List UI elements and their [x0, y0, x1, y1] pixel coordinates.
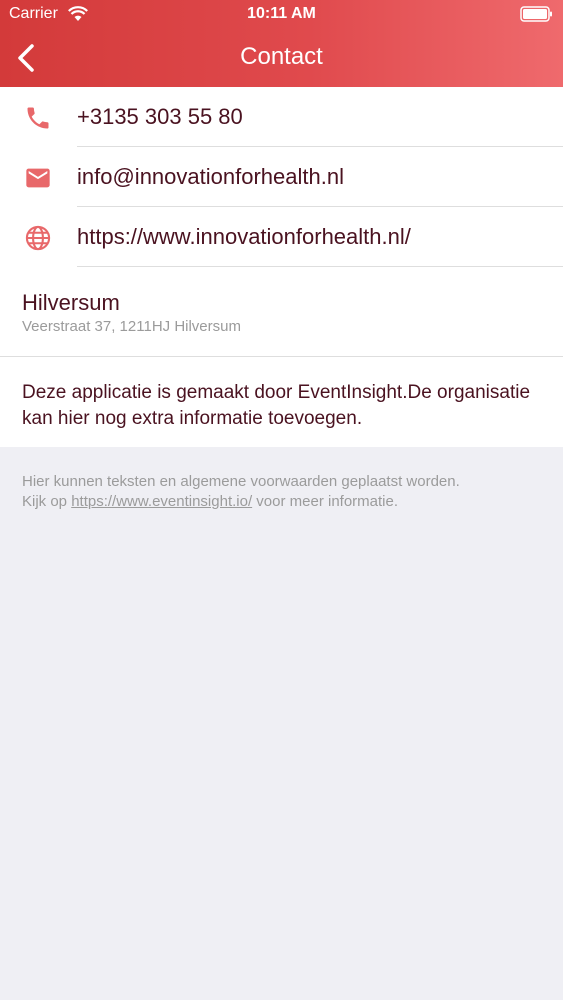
email-row[interactable]: info@innovationforhealth.nl: [0, 147, 563, 207]
phone-icon: [27, 107, 49, 129]
phone-row[interactable]: +3135 303 55 80: [0, 87, 563, 147]
footer-link[interactable]: https://www.eventinsight.io/: [71, 493, 252, 510]
info-text: Deze applicatie is gemaakt door EventIns…: [22, 382, 531, 429]
website-url[interactable]: https://www.innovationforhealth.nl/: [77, 224, 411, 250]
divider: [0, 356, 563, 357]
footer-suffix: voor meer informatie.: [252, 493, 399, 510]
navigation-header: Carrier 10:11 AM Contact: [0, 0, 563, 87]
location-name: Hilversum: [22, 290, 120, 315]
status-bar: Carrier 10:11 AM: [0, 0, 563, 30]
battery-icon: [520, 6, 552, 22]
email-address[interactable]: info@innovationforhealth.nl: [77, 164, 344, 190]
page-title: Contact: [240, 43, 323, 70]
location-address: Veerstraat 37, 1211HJ Hilversum: [22, 318, 241, 335]
phone-number[interactable]: +3135 303 55 80: [77, 104, 243, 130]
footer-line-1: Hier kunnen teksten en algemene voorwaar…: [22, 473, 460, 490]
footer-text: Hier kunnen teksten en algemene voorwaar…: [22, 472, 542, 512]
divider: [77, 266, 563, 267]
globe-icon: [25, 225, 51, 251]
contact-card: +3135 303 55 80 info@innovationforhealth…: [0, 87, 563, 447]
website-row[interactable]: https://www.innovationforhealth.nl/: [0, 207, 563, 267]
mail-icon: [26, 168, 50, 188]
footer-prefix: Kijk op: [22, 493, 72, 510]
status-clock: 10:11 AM: [247, 5, 316, 22]
